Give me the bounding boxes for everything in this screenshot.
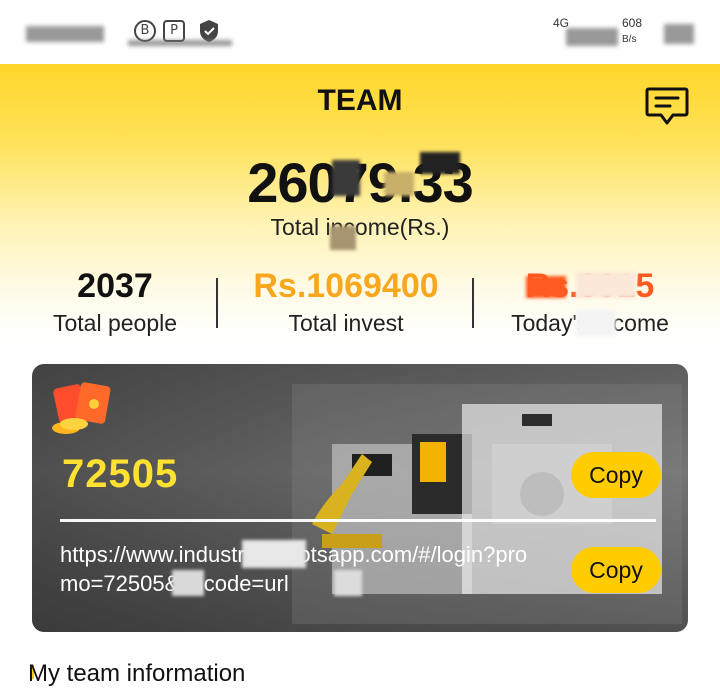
today-income-redaction [526, 276, 566, 298]
income-redaction [420, 152, 460, 174]
status-clock-blur [26, 26, 104, 42]
today-label-redaction [576, 310, 616, 336]
red-envelope-icon [52, 382, 111, 434]
invite-card: 72505 Copy https://www.industrialrobotsa… [32, 364, 688, 632]
copy-link-button[interactable]: Copy [571, 547, 661, 593]
link-redaction [334, 570, 362, 596]
link-redaction [172, 570, 204, 596]
stat-total-invest: Rs.1069400 Total invest [240, 266, 452, 340]
card-divider [60, 519, 656, 522]
label-redaction [330, 226, 356, 250]
link-redaction [242, 540, 306, 568]
stat-divider [472, 278, 474, 328]
signal-blur [566, 28, 618, 46]
income-redaction [384, 172, 414, 196]
status-notification-blur [128, 40, 232, 46]
battery-blur [664, 24, 694, 44]
speed-value: 608 [622, 16, 643, 30]
total-income-value: 26079.33 [0, 150, 720, 215]
p-icon: P [163, 20, 185, 42]
income-redaction [332, 160, 360, 196]
page-title: TEAM [317, 84, 403, 117]
message-icon[interactable] [643, 83, 691, 127]
stat-total-people: 2037 Total people [30, 266, 200, 340]
today-income-redaction [576, 272, 636, 298]
invite-code: 72505 [62, 452, 179, 496]
copy-code-button[interactable]: Copy [571, 452, 661, 498]
stat-value: Rs.1069400 [253, 267, 439, 305]
b-icon: B [134, 20, 156, 42]
section-title: My team information [28, 660, 246, 687]
status-bar: B P 4G 608 B/s [0, 0, 720, 64]
stat-label: Total people [52, 310, 178, 336]
speed-unit: B/s [622, 34, 637, 45]
stat-value: 2037 [77, 267, 153, 305]
stat-label: Total invest [288, 310, 404, 336]
stat-divider [216, 278, 218, 328]
total-income-label: Total income(Rs.) [270, 214, 450, 240]
